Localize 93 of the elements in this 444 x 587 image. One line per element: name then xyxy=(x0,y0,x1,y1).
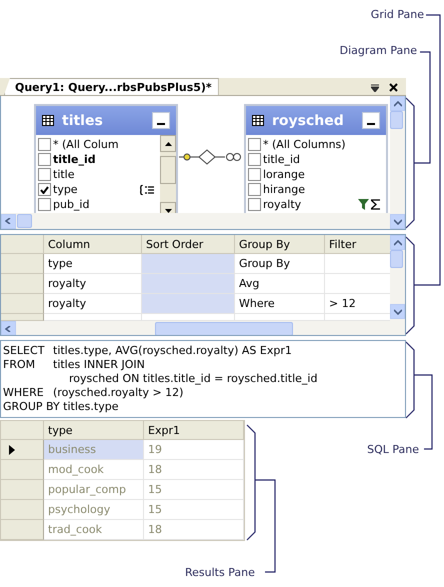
sql-text: roysched ON titles.title_id = roysched.title_id xyxy=(69,372,318,384)
scroll-thumb[interactable] xyxy=(390,250,403,268)
result-cell[interactable]: 18 xyxy=(144,520,244,540)
table-icon xyxy=(42,115,54,126)
callout-label: Diagram Pane xyxy=(340,44,417,57)
row-header xyxy=(1,235,44,254)
column-header[interactable]: Column xyxy=(44,235,142,254)
callout-label: Results Pane xyxy=(185,566,255,579)
column-checkbox[interactable] xyxy=(38,183,51,196)
result-cell[interactable]: mod_cook xyxy=(44,460,144,480)
result-cell[interactable]: 15 xyxy=(144,480,244,500)
horizontal-scrollbar[interactable] xyxy=(1,321,390,335)
vertical-scrollbar[interactable] xyxy=(390,235,405,335)
minimize-button[interactable] xyxy=(362,112,380,129)
grid-cell[interactable] xyxy=(142,314,235,321)
column-checkbox[interactable] xyxy=(248,198,261,211)
grid-cell[interactable] xyxy=(142,294,235,314)
minimize-button[interactable] xyxy=(152,112,170,129)
result-cell[interactable]: 19 xyxy=(144,440,244,460)
current-row-icon xyxy=(9,444,15,454)
grid-cell[interactable] xyxy=(142,254,235,274)
dropdown-icon[interactable] xyxy=(371,84,379,92)
column-header[interactable]: Sort Order xyxy=(142,235,235,254)
close-icon[interactable] xyxy=(389,83,398,92)
sql-text: titles INNER JOIN xyxy=(53,358,145,370)
horizontal-scrollbar[interactable] xyxy=(1,213,390,229)
column-header[interactable]: type xyxy=(44,421,144,440)
row-header[interactable] xyxy=(1,440,44,460)
grid-cell[interactable]: royalty xyxy=(44,294,142,314)
grid-cell[interactable]: Where xyxy=(235,294,325,314)
sql-text: GROUP BY titles.type xyxy=(3,400,118,412)
vertical-scrollbar[interactable] xyxy=(390,96,405,229)
scroll-thumb[interactable] xyxy=(155,322,293,335)
column-name: title xyxy=(53,168,75,181)
scroll-left-icon[interactable] xyxy=(4,218,12,224)
column-header[interactable]: Expr1 xyxy=(144,421,244,440)
table-window[interactable]: roysched * (All Columns) title_id lorange hirange royalty xyxy=(244,104,388,213)
table-name: titles xyxy=(62,112,103,128)
result-cell[interactable]: 15 xyxy=(144,500,244,520)
column-checkbox[interactable] xyxy=(38,198,51,211)
result-cell[interactable]: popular_comp xyxy=(44,480,144,500)
column-name: * (All Colum xyxy=(53,138,119,151)
grid-cell[interactable] xyxy=(142,274,235,294)
column-checkbox[interactable] xyxy=(38,138,51,151)
column-checkbox[interactable] xyxy=(248,138,261,151)
sum-icon xyxy=(371,199,380,210)
column-name: * (All Columns) xyxy=(263,138,346,151)
result-cell[interactable]: psychology xyxy=(44,500,144,520)
column-name: title_id xyxy=(263,153,300,166)
check-icon xyxy=(40,186,49,194)
grid-cell[interactable]: type xyxy=(44,254,142,274)
column-name: lorange xyxy=(263,168,305,181)
scroll-thumb[interactable] xyxy=(160,156,176,184)
column-checkbox[interactable] xyxy=(248,183,261,196)
column-name: royalty xyxy=(263,198,302,211)
table-scrollbar[interactable] xyxy=(160,135,176,213)
column-name: type xyxy=(53,183,78,196)
sql-keyword: WHERE xyxy=(3,386,45,398)
table-window[interactable]: titles * (All Colum title_id title type pub_id xyxy=(34,104,178,213)
column-header[interactable]: Group By xyxy=(235,235,325,254)
grid-cell[interactable]: royalty xyxy=(44,274,142,294)
column-checkbox[interactable] xyxy=(248,153,261,166)
column-name: title_id xyxy=(53,153,96,166)
minimize-icon xyxy=(157,123,165,125)
column-checkbox[interactable] xyxy=(38,153,51,166)
scroll-left-icon[interactable] xyxy=(4,326,12,332)
table-name: roysched xyxy=(272,112,344,128)
column-checkbox[interactable] xyxy=(38,168,51,181)
sql-keyword: FROM xyxy=(3,358,36,370)
callout-label: Grid Pane xyxy=(370,8,424,21)
filter-icon xyxy=(358,199,369,210)
document-tab[interactable]: Query1: Query...rbsPubsPlus5)* xyxy=(4,78,219,95)
result-cell[interactable]: trad_cook xyxy=(44,520,144,540)
join-line-icon xyxy=(179,149,243,165)
scroll-up-icon[interactable] xyxy=(164,142,172,146)
column-header[interactable]: Filter xyxy=(325,235,390,254)
column-name: hirange xyxy=(263,183,306,196)
sql-keyword: SELECT xyxy=(3,344,46,356)
column-name: pub_id xyxy=(53,198,90,211)
callout-label: SQL Pane xyxy=(367,443,419,456)
result-cell[interactable]: 18 xyxy=(144,460,244,480)
grid-cell[interactable]: Avg xyxy=(235,274,325,294)
group-by-icon xyxy=(140,184,154,194)
column-checkbox[interactable] xyxy=(248,168,261,181)
grid-cell[interactable] xyxy=(235,314,325,321)
table-icon xyxy=(252,115,264,126)
scroll-thumb[interactable] xyxy=(17,214,32,228)
scroll-thumb[interactable] xyxy=(390,111,403,129)
sql-text: titles.type, AVG(roysched.royalty) AS Expr1 xyxy=(53,344,292,356)
minimize-icon xyxy=(367,123,375,125)
sql-text: (roysched.royalty > 12) xyxy=(53,386,184,398)
grid-cell[interactable]: Group By xyxy=(235,254,325,274)
grid-cell[interactable] xyxy=(44,314,142,321)
